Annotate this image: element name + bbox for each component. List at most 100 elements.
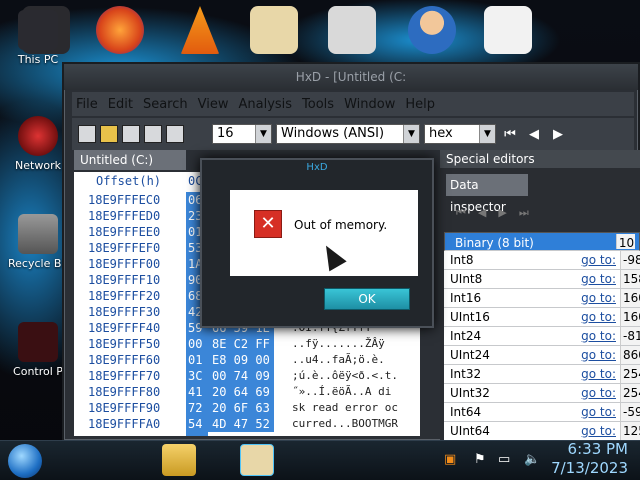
display-mode-select[interactable]: hex ▼ [424,124,496,144]
open-icon[interactable] [100,125,118,143]
offset-cell: 18E9FFFEE0 [88,225,161,239]
network-icon [18,116,58,156]
hex-bytes-cell[interactable]: 4D 47 52 [208,416,274,432]
inspector-type-name: UInt32 [450,386,490,400]
menu-analysis[interactable]: Analysis [238,97,292,112]
tools-icon[interactable] [144,125,162,143]
inspector-row[interactable]: Binary (8 bit) 100 [444,232,640,251]
save-icon[interactable] [122,125,140,143]
inspector-row[interactable]: Int16 go to:160 [444,289,640,308]
hex-bytes-cell[interactable]: E8 09 00 [208,352,274,368]
next-page-icon[interactable]: ▶ [548,127,568,142]
volume-icon[interactable]: 🔈 [524,452,540,467]
goto-link[interactable]: go to: [574,308,620,326]
inspector-row[interactable]: UInt24 go to:860 [444,346,640,365]
network-tray-icon[interactable]: ▭ [498,452,510,467]
inspector-row[interactable]: UInt16 go to:160 [444,308,640,327]
goto-link[interactable]: go to: [574,422,620,440]
app-icon[interactable] [328,6,376,54]
goto-link[interactable]: go to: [574,384,620,402]
disk-icon[interactable] [166,125,184,143]
inspector-row[interactable]: UInt8 go to:158 [444,270,640,289]
desktop-icon-label: Control P [13,365,63,378]
byte-cell[interactable]: 3C [188,368,202,384]
byte-cell[interactable]: 54 [188,416,202,432]
prev-icon[interactable]: ◀ [478,206,498,219]
charset-select[interactable]: Windows (ANSI) ▼ [276,124,420,144]
first-page-icon[interactable]: ⏮ [500,127,520,142]
goto-link[interactable]: go to: [574,289,620,307]
hex-bytes-cell[interactable]: 20 64 69 [208,384,274,400]
recycle-bin-icon [18,214,58,254]
hex-bytes-cell[interactable]: 8E C2 FF [208,336,274,352]
goto-link[interactable]: go to: [574,327,620,345]
bytes-per-row-value: 16 [217,126,234,141]
offset-cell: 18E9FFFEF0 [88,241,161,255]
menu-search[interactable]: Search [143,97,188,112]
inspector-row[interactable]: Int24 go to:-81 [444,327,640,346]
inspector-value: 860 [620,346,640,364]
tab-data-inspector[interactable]: Data inspector [446,174,528,214]
goto-link[interactable]: go to: [574,346,620,364]
byte-cell[interactable]: 41 [188,384,202,400]
inspector-type-name: Int24 [450,329,482,343]
data-inspector-table: Binary (8 bit)100Int8go to:-98UInt8go to… [444,232,640,441]
clock[interactable]: 6:33 PM 7/13/2023 [550,440,628,478]
hex-bytes-cell[interactable]: 00 74 09 [208,368,274,384]
firefox-icon[interactable] [96,6,144,54]
desktop-icon-this-pc[interactable]: This PC [8,10,68,66]
offset-cell: 18E9FFFF90 [88,401,161,415]
inspector-row[interactable]: Int64 go to:-59 [444,403,640,422]
menu-edit[interactable]: Edit [108,97,133,112]
new-icon[interactable] [78,125,96,143]
ascii-cell[interactable]: ..u4..faÃ;ö.è. [292,352,420,368]
taskbar-hxd-icon[interactable] [240,444,274,476]
menu-tools[interactable]: Tools [302,97,334,112]
ascii-cell[interactable]: ..fÿ.......ŽÂÿ [292,336,420,352]
window-title[interactable]: HxD - [Untitled (C: [64,64,638,90]
desktop-icon-recycle-bin[interactable]: Recycle Bin [8,214,71,270]
offset-cell: 18E9FFFFA0 [88,417,161,431]
desktop-icon-network[interactable]: Network [8,116,68,172]
goto-link[interactable]: go to: [574,251,620,269]
first-icon[interactable]: ⏮ [456,206,478,219]
menu-window[interactable]: Window [344,97,395,112]
inspector-row[interactable]: Int8 go to:-98 [444,251,640,270]
clock-time: 6:33 PM [567,440,628,458]
offset-cell: 18E9FFFF20 [88,289,161,303]
byte-cell[interactable]: 72 [188,400,202,416]
offset-cell: 18E9FFFF70 [88,369,161,383]
document-tab[interactable]: Untitled (C:) [74,150,186,170]
goto-link[interactable] [572,234,616,249]
desktop-icon-control-panel[interactable]: Control P [8,322,68,378]
hxd-icon[interactable] [250,6,298,54]
hex-bytes-cell[interactable]: 20 6F 63 [208,400,274,416]
inspector-row[interactable]: UInt64 go to:125 [444,422,640,441]
next-icon[interactable]: ▶ [498,206,518,219]
goto-link[interactable]: go to: [574,270,620,288]
ascii-cell[interactable]: curred...BOOTMGR [292,416,420,432]
ok-button[interactable]: OK [324,288,410,310]
menu-file[interactable]: File [76,97,98,112]
ascii-cell[interactable]: sk read error oc [292,400,420,416]
flag-icon[interactable]: ⚑ [474,452,486,467]
inspector-row[interactable]: UInt32 go to:254 [444,384,640,403]
ascii-cell[interactable]: ;ú.è..ôëÿ<ð.<.t. [292,368,420,384]
java-icon[interactable] [484,6,532,54]
inspector-row[interactable]: Int32 go to:254 [444,365,640,384]
start-button[interactable] [8,444,42,478]
byte-cell[interactable]: 01 [188,352,202,368]
byte-cell[interactable]: 00 [188,336,202,352]
chevron-down-icon: ▼ [479,125,495,143]
bytes-per-row-select[interactable]: 16 ▼ [212,124,272,144]
ascii-cell[interactable]: ˝»..Í.ëöÃ..A di [292,384,420,400]
goto-link[interactable]: go to: [574,403,620,421]
goto-link[interactable]: go to: [574,365,620,383]
doctor-icon[interactable] [408,6,456,54]
taskbar-explorer-icon[interactable] [162,444,196,476]
menu-view[interactable]: View [198,97,229,112]
menu-help[interactable]: Help [405,97,435,112]
prev-page-icon[interactable]: ◀ [524,127,544,142]
tray-app-icon[interactable]: ▣ [444,452,456,467]
last-icon[interactable]: ⏭ [519,206,541,219]
